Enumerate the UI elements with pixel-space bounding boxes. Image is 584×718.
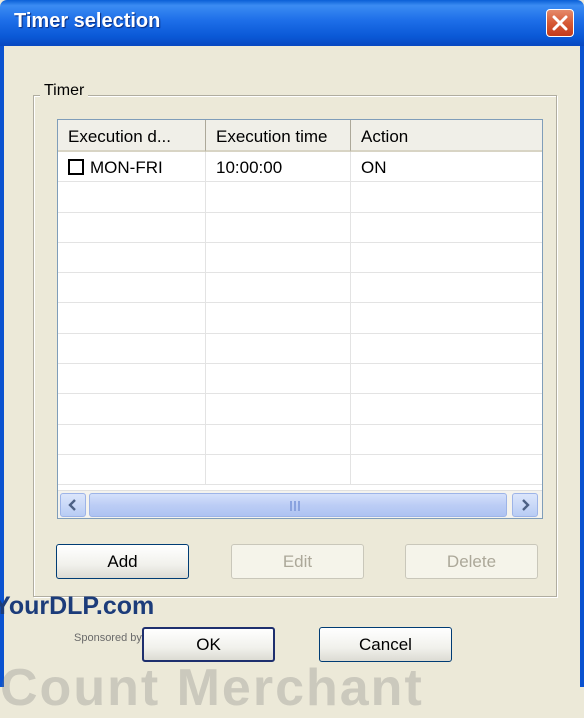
column-header-execution-time[interactable]: Execution time [206,120,351,152]
cell-execution-day: MON-FRI [58,152,206,182]
watermark-banner: Count Merchant [0,659,424,717]
timer-group-label: Timer [40,82,89,100]
add-button[interactable]: Add [56,544,189,579]
empty-row [58,333,542,365]
close-button[interactable] [546,9,574,37]
cell-action: ON [361,158,387,177]
row-checkbox[interactable] [68,159,84,175]
ok-button[interactable]: OK [142,627,275,662]
empty-row [58,182,542,213]
empty-row [58,364,542,395]
execution-day-value: MON-FRI [90,158,163,177]
timer-list[interactable]: Execution d... Execution time Action MON… [57,119,543,519]
cancel-button[interactable]: Cancel [319,627,452,662]
edit-button[interactable]: Edit [231,544,364,579]
chevron-right-icon [522,499,530,511]
empty-row [58,242,542,274]
table-row[interactable]: MON-FRI 10:00:00 ON [58,152,542,183]
empty-row [58,424,542,455]
window-title: Timer selection [14,10,161,32]
title-bar[interactable]: Timer selection [0,0,584,46]
horizontal-scrollbar[interactable] [58,490,542,518]
empty-row [58,394,542,425]
column-header-action[interactable]: Action [351,120,542,152]
close-icon [552,15,568,31]
watermark-site: YourDLP.com [0,592,155,620]
list-header: Execution d... Execution time Action [58,120,542,152]
empty-row [58,454,542,486]
chevron-left-icon [68,499,76,511]
watermark-sponsor: Sponsored by [74,632,142,644]
empty-row [58,303,542,334]
scroll-thumb[interactable] [89,493,507,517]
delete-button[interactable]: Delete [405,544,538,579]
grip-icon [290,501,302,511]
scroll-right-button[interactable] [512,493,538,517]
empty-row [58,273,542,304]
window-frame-right [580,46,584,687]
column-header-execution-day[interactable]: Execution d... [58,120,206,152]
cell-execution-time: 10:00:00 [206,152,351,182]
empty-row [58,212,542,243]
list-rows: MON-FRI 10:00:00 ON [58,152,542,486]
window-frame-left [0,46,4,687]
scroll-left-button[interactable] [60,493,86,517]
